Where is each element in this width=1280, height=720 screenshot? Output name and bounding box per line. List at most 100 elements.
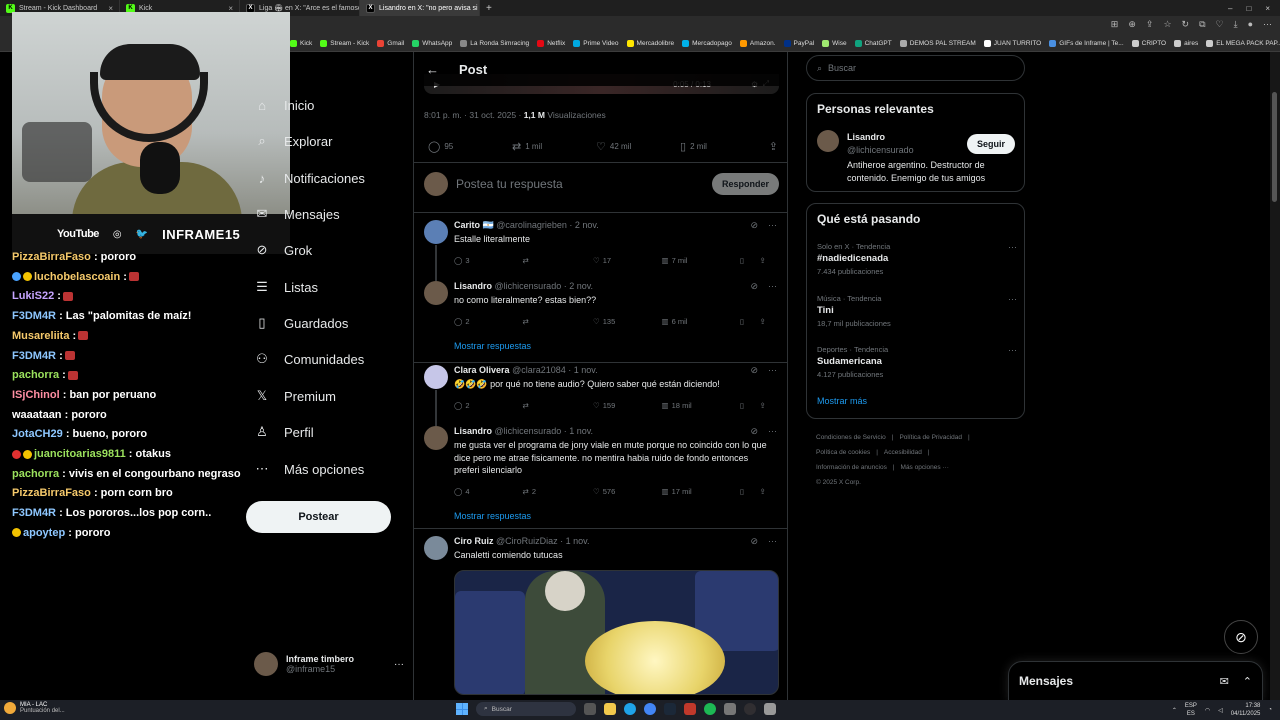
- more-icon[interactable]: ···: [768, 281, 777, 292]
- chat-username[interactable]: JotaCH29: [12, 428, 63, 440]
- reply-image[interactable]: [454, 570, 779, 695]
- spotify-icon[interactable]: [704, 703, 716, 715]
- repost-action[interactable]: ⇄ 2: [523, 487, 593, 496]
- bookmark-item[interactable]: aires: [1174, 40, 1198, 47]
- bookmark-item[interactable]: La Ronda Simracing: [460, 40, 529, 47]
- grok-icon[interactable]: ⊘: [750, 365, 758, 376]
- new-tab-button[interactable]: +: [480, 3, 498, 14]
- nav-item-mensajes[interactable]: ✉ Mensajes: [254, 206, 340, 222]
- menu-icon[interactable]: ⋯: [1263, 19, 1272, 30]
- grok-icon[interactable]: ⊘: [750, 220, 758, 231]
- bookmark-item[interactable]: WhatsApp: [412, 40, 452, 47]
- taskbar-search[interactable]: ⌕ Buscar: [476, 702, 576, 716]
- bookmark-item[interactable]: JUAN TURRITO: [983, 40, 1041, 47]
- footer-link[interactable]: Información de anuncios: [816, 464, 887, 471]
- repost-action[interactable]: ⇄: [523, 256, 593, 265]
- chevron-up-icon[interactable]: ⌃: [1172, 707, 1177, 714]
- language-indicator[interactable]: ESP ES: [1185, 702, 1197, 718]
- bookmark-item[interactable]: Netflix: [537, 40, 565, 47]
- edge-icon[interactable]: [624, 703, 636, 715]
- bookmark-item[interactable]: Mercadolibre: [626, 40, 674, 47]
- nav-item-perfil[interactable]: ♙ Perfil: [254, 424, 313, 440]
- reply-author[interactable]: Lisandro: [454, 426, 492, 436]
- reply-composer[interactable]: Postea tu respuesta Responder: [424, 170, 779, 198]
- steam-icon[interactable]: [664, 703, 676, 715]
- heart-action[interactable]: ♡ 576: [593, 487, 662, 496]
- more-icon[interactable]: ···: [1008, 294, 1017, 304]
- comment-action[interactable]: ◯ 2: [454, 317, 523, 326]
- nav-item-explorar[interactable]: ⌕ Explorar: [254, 133, 332, 149]
- follow-button[interactable]: Seguir: [966, 134, 1015, 154]
- bookmark-action[interactable]: ▯ 2 mil: [680, 140, 764, 153]
- nav-item-más-opciones[interactable]: ⋯ Más opciones: [254, 461, 365, 477]
- start-icon[interactable]: [456, 703, 468, 715]
- trend-item[interactable]: Solo en X · Tendencia #nadiedicenada 7.434…: [817, 242, 1017, 276]
- search-input[interactable]: ⌕ Buscar: [806, 55, 1025, 81]
- scrollbar-thumb[interactable]: [1272, 92, 1277, 202]
- repost-action[interactable]: ⇄ 1 mil: [512, 140, 596, 153]
- bookmark-icon[interactable]: ▯: [740, 487, 760, 496]
- more-icon[interactable]: ···: [394, 659, 404, 670]
- minimize-icon[interactable]: –: [1228, 4, 1232, 13]
- views-action[interactable]: ▥ 18 mil: [662, 401, 740, 410]
- bookmark-item[interactable]: DEMOS PAL STREAM: [899, 40, 976, 47]
- account-switcher[interactable]: Inframe timbero @inframe15 ···: [254, 652, 404, 676]
- bookmark-icon[interactable]: ▯: [740, 401, 760, 410]
- app-icon[interactable]: [684, 703, 696, 715]
- heart-action[interactable]: ♡ 17: [593, 256, 662, 265]
- new-message-icon[interactable]: ✉: [1220, 675, 1229, 688]
- heart-action[interactable]: ♡ 159: [593, 401, 662, 410]
- share-action[interactable]: ⇪: [769, 140, 778, 153]
- more-icon[interactable]: ···: [768, 536, 777, 547]
- views-action[interactable]: ▥ 7 mil: [662, 256, 740, 265]
- clock[interactable]: 17:38 04/11/2025: [1231, 702, 1261, 718]
- trend-item[interactable]: Música · Tendencia Tini 18,7 mil publicaci…: [817, 294, 1017, 328]
- grok-icon[interactable]: ⊘: [750, 426, 758, 437]
- more-icon[interactable]: ···: [768, 365, 777, 376]
- bookmark-item[interactable]: CRIPTO: [1131, 40, 1166, 47]
- notifications-icon[interactable]: ◔: [1268, 707, 1272, 713]
- browser-tab[interactable]: XLisandro en X: "no pero avisa si v...×: [360, 0, 480, 16]
- chat-username[interactable]: juancitoarias9811: [34, 448, 126, 460]
- bookmark-item[interactable]: ChatGPT: [854, 40, 892, 47]
- footer-link[interactable]: © 2025 X Corp.: [816, 479, 861, 486]
- chat-username[interactable]: F3DM4R: [12, 350, 56, 362]
- bookmark-item[interactable]: Gmail: [377, 40, 404, 47]
- app-icon[interactable]: [724, 703, 736, 715]
- refresh-icon[interactable]: ↻: [1182, 19, 1190, 30]
- volume-icon[interactable]: ◁: [1218, 707, 1223, 714]
- reply-action[interactable]: ◯ 95: [428, 140, 512, 153]
- nav-item-premium[interactable]: 𝕏 Premium: [254, 388, 336, 404]
- reply-author[interactable]: Carito 🇦🇷: [454, 220, 494, 230]
- profile-avatar-icon[interactable]: ●: [1248, 19, 1253, 30]
- nav-item-grok[interactable]: ⊘ Grok: [254, 242, 313, 258]
- share-icon[interactable]: ⇪: [759, 487, 779, 496]
- reply-author[interactable]: Clara Olivera: [454, 365, 510, 375]
- star-icon[interactable]: ☆: [1163, 19, 1171, 30]
- bookmark-item[interactable]: Kick: [290, 40, 312, 47]
- show-more-link[interactable]: Mostrar más: [817, 396, 867, 406]
- footer-link[interactable]: Accesibilidad: [884, 449, 922, 456]
- avatar[interactable]: [424, 220, 448, 244]
- share-icon[interactable]: ⇪: [759, 401, 779, 410]
- bookmark-item[interactable]: Prime Video: [573, 40, 619, 47]
- scrollbar[interactable]: [1270, 52, 1280, 700]
- trend-item[interactable]: Deportes · Tendencia Sudamericana 4.127 pu…: [817, 345, 1017, 379]
- messages-drawer[interactable]: Mensajes ✉ ⌃: [1008, 661, 1263, 701]
- chat-username[interactable]: Musareliita: [12, 330, 69, 342]
- avatar[interactable]: [424, 365, 448, 389]
- grok-icon[interactable]: ⊘: [750, 281, 758, 292]
- more-icon[interactable]: ···: [768, 426, 777, 437]
- bookmark-icon[interactable]: ▯: [740, 317, 760, 326]
- bookmark-item[interactable]: Stream - Kick: [320, 40, 369, 47]
- nav-item-guardados[interactable]: ▯ Guardados: [254, 315, 348, 331]
- relevant-name[interactable]: Lisandro: [847, 132, 885, 142]
- downloads-icon[interactable]: ⤓: [1234, 19, 1238, 30]
- post-button[interactable]: Postear: [246, 501, 391, 533]
- close-icon[interactable]: ×: [1265, 4, 1270, 13]
- chat-username[interactable]: waaataan: [12, 409, 62, 421]
- views-action[interactable]: ▥ 6 mil: [662, 317, 740, 326]
- settings-icon[interactable]: [764, 703, 776, 715]
- reply-input[interactable]: Postea tu respuesta: [456, 177, 563, 191]
- reply-author[interactable]: Lisandro: [454, 281, 492, 291]
